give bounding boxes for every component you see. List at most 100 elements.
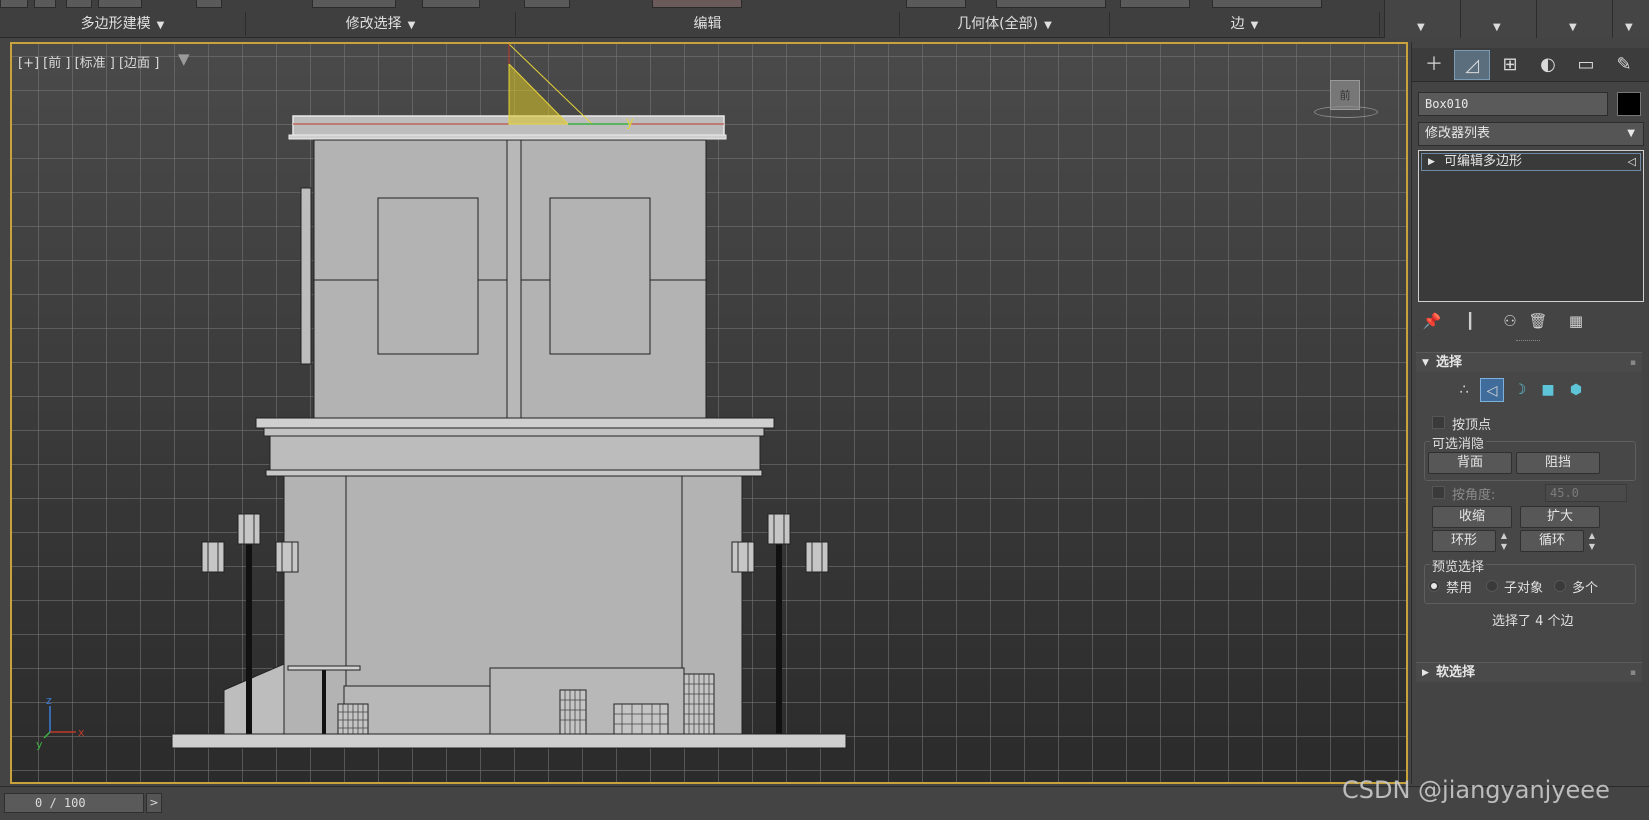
loop-spinner-icon[interactable]: ▲ ▼ — [1586, 530, 1598, 552]
selection-rollout-header[interactable]: ▼ 选择 ▪ — [1416, 352, 1642, 372]
grow-button[interactable]: 扩大 — [1520, 506, 1600, 528]
object-name-field[interactable]: Box010 — [1418, 92, 1608, 116]
viewcube-compass-ring[interactable] — [1314, 106, 1378, 118]
remove-modifier-icon[interactable]: 🗑 — [1526, 310, 1550, 332]
chevron-down-icon: ▼ — [407, 20, 416, 31]
scene-geometry[interactable]: y — [12, 44, 1408, 784]
edge-subobject-button-icon[interactable]: ◁ — [1480, 378, 1504, 402]
time-slider[interactable]: 0 / 100 — [4, 793, 144, 813]
preview-subobject-label: 子对象 — [1504, 581, 1544, 596]
preview-off-label: 禁用 — [1446, 581, 1473, 596]
preview-subobject-radio[interactable] — [1486, 580, 1498, 592]
ribbon-tool-sliver[interactable] — [652, 0, 742, 8]
watermark-text: CSDN @jiangyanjyeee — [1342, 776, 1610, 804]
gizmo-axis-label: y — [626, 115, 634, 130]
ribbon-tool-sliver[interactable] — [34, 0, 56, 8]
modify-tab-icon[interactable]: ◿ — [1454, 50, 1490, 80]
by-angle-label: 按角度: — [1452, 488, 1496, 503]
edge-subobject-icon: ◁ — [1627, 155, 1636, 168]
ring-button[interactable]: 环形 — [1432, 530, 1496, 552]
ribbon-tab-label: 编辑 — [693, 16, 722, 32]
utilities-tab-icon[interactable]: ✎ — [1606, 50, 1642, 80]
ribbon-tool-sliver[interactable] — [906, 0, 966, 8]
ribbon-tool-sliver[interactable] — [312, 0, 396, 8]
chevron-down-icon: ▼ — [1569, 22, 1577, 33]
preview-multi-radio[interactable] — [1554, 580, 1566, 592]
modifier-list-dropdown[interactable]: 修改器列表 ▼ — [1418, 122, 1644, 146]
ribbon-tool-sliver[interactable] — [996, 0, 1106, 8]
filter-icon[interactable]: ▼ — [178, 50, 190, 68]
occluded-button[interactable]: 阻挡 — [1516, 452, 1600, 474]
pin-stack-icon[interactable]: 📌 — [1420, 310, 1444, 332]
ribbon-tab-polygon-modeling[interactable]: 多边形建模 ▼ — [0, 12, 246, 36]
ribbon-tab-label: 边 — [1230, 16, 1245, 32]
modifier-stack[interactable]: ▶ 可编辑多边形 ◁ — [1418, 150, 1644, 302]
stack-toolbar: 📌 ┃ ⚇ 🗑 ▦ — [1418, 308, 1644, 334]
loop-button[interactable]: 循环 — [1520, 530, 1584, 552]
chevron-down-icon: ▼ — [1417, 22, 1425, 33]
configure-modifier-sets-icon[interactable]: ▦ — [1564, 310, 1588, 332]
ribbon-tool-sliver[interactable] — [1120, 0, 1190, 8]
panel-separator-grip[interactable] — [1516, 340, 1540, 343]
tripod-y-label: y — [36, 738, 43, 751]
make-unique-icon[interactable]: ⚇ — [1498, 310, 1522, 332]
ribbon-tab-edges[interactable]: 边 ▼ — [1110, 12, 1380, 36]
ribbon-tab-modify-selection[interactable]: 修改选择 ▼ — [246, 12, 516, 36]
preview-off-radio[interactable] — [1428, 580, 1440, 592]
ribbon-dropdown[interactable]: ▼ — [1384, 0, 1460, 38]
display-tab-icon[interactable]: ▭ — [1568, 50, 1604, 80]
ribbon-dropdown[interactable]: ▼ — [1536, 0, 1612, 38]
polygon-subobject-icon[interactable]: ■ — [1536, 378, 1560, 402]
ribbon-tool-sliver[interactable] — [98, 0, 142, 8]
element-subobject-icon[interactable]: ⬢ — [1564, 378, 1588, 402]
object-color-swatch[interactable] — [1617, 92, 1641, 116]
command-panel: ＋ ◿ ⊞ ◐ ▭ ✎ Box010 修改器列表 ▼ ▶ 可编辑多边形 ◁ 📌 ┃… — [1411, 42, 1649, 784]
tripod-z-label: z — [46, 694, 52, 707]
tripod-x-label: x — [78, 726, 85, 739]
soft-selection-rollout-header[interactable]: ▶ 软选择 ▪ — [1416, 662, 1642, 682]
hierarchy-tab-icon[interactable]: ⊞ — [1492, 50, 1528, 80]
ribbon-tool-sliver[interactable] — [196, 0, 222, 8]
by-vertex-label: 按顶点 — [1452, 418, 1492, 433]
rollout-grip-icon: ▪ — [1629, 358, 1636, 368]
next-frame-arrow-icon[interactable]: > — [146, 793, 162, 813]
axis-tripod-icon: z x y — [36, 694, 85, 751]
ribbon-tab-geometry-all[interactable]: 几何体(全部) ▼ — [900, 12, 1110, 36]
by-angle-checkbox[interactable] — [1432, 486, 1445, 499]
ribbon-tool-sliver[interactable] — [0, 0, 28, 8]
vertex-subobject-icon[interactable]: ∴ — [1452, 378, 1476, 402]
preview-selection-label: 预览选择 — [1430, 556, 1487, 575]
modifier-stack-item-editable-poly[interactable]: ▶ 可编辑多边形 ◁ — [1421, 153, 1641, 171]
ribbon-tab-edit[interactable]: 编辑 — [516, 12, 900, 36]
ring-spinner-icon[interactable]: ▲ ▼ — [1498, 530, 1510, 552]
ribbon-tool-sliver[interactable] — [422, 0, 480, 8]
backface-button[interactable]: 背面 — [1428, 452, 1512, 474]
front-viewport[interactable]: y [+] [前 ] [标准 ] [边面 ] ▼ 前 z x y — [10, 42, 1408, 784]
create-tab-icon[interactable]: ＋ — [1416, 50, 1452, 80]
preview-multi-label: 多个 — [1572, 581, 1599, 596]
selection-status-text: 选择了 4 个边 — [1492, 614, 1574, 629]
viewport-label-menu[interactable]: [+] [前 ] [标准 ] [边面 ] — [18, 52, 159, 71]
stack-item-label: 可编辑多边形 — [1444, 154, 1523, 169]
soft-selection-rollout-title: 软选择 — [1436, 665, 1476, 680]
ribbon-tool-sliver[interactable] — [66, 0, 92, 8]
ribbon-tool-sliver[interactable] — [524, 0, 570, 8]
expand-arrow-icon[interactable]: ▶ — [1428, 154, 1435, 170]
shrink-button[interactable]: 收缩 — [1432, 506, 1512, 528]
ribbon-tab-label: 几何体(全部) — [957, 16, 1039, 32]
rollout-grip-icon: ▪ — [1629, 668, 1636, 678]
collapse-arrow-icon: ▼ — [1422, 358, 1429, 368]
chevron-down-icon: ▼ — [1625, 22, 1633, 33]
command-panel-tabs: ＋ ◿ ⊞ ◐ ▭ ✎ — [1412, 48, 1649, 82]
ribbon-dropdown[interactable]: ▼ — [1460, 0, 1536, 38]
by-vertex-checkbox[interactable] — [1432, 416, 1445, 429]
by-angle-value-field[interactable]: 45.0 — [1545, 484, 1627, 502]
modifier-list-label: 修改器列表 — [1425, 126, 1491, 141]
border-subobject-icon[interactable]: ☽ — [1508, 378, 1532, 402]
ribbon-tool-sliver[interactable] — [1212, 0, 1322, 8]
show-end-result-icon[interactable]: ┃ — [1458, 310, 1482, 332]
ribbon-dropdown[interactable]: ▼ — [1612, 0, 1649, 38]
expand-arrow-icon: ▶ — [1422, 668, 1429, 678]
motion-tab-icon[interactable]: ◐ — [1530, 50, 1566, 80]
chevron-down-icon: ▼ — [156, 20, 165, 31]
